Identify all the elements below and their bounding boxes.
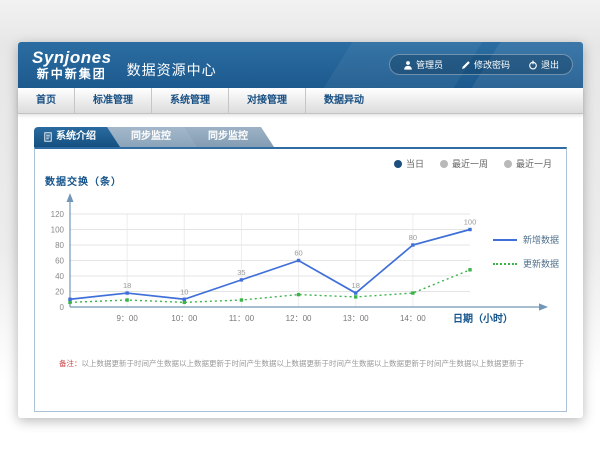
- svg-text:9：00: 9：00: [116, 314, 138, 323]
- svg-text:100: 100: [51, 226, 65, 235]
- svg-text:100: 100: [464, 218, 477, 227]
- tab-sync-monitor-2[interactable]: 同步监控: [182, 127, 274, 147]
- svg-text:0: 0: [60, 303, 65, 312]
- app-window: Synjones 新中新集团 数据资源中心 管理员 修改密码: [18, 42, 583, 418]
- note-text: 以上数据更新于时间产生数据以上数据更新于时间产生数据以上数据更新于时间产生数据以…: [82, 359, 525, 368]
- nav-item-standard-mgmt[interactable]: 标准管理: [75, 88, 152, 113]
- svg-text:18: 18: [352, 281, 360, 290]
- svg-text:11：00: 11：00: [229, 314, 255, 323]
- svg-text:60: 60: [55, 257, 64, 266]
- user-toolbar: 管理员 修改密码 退出: [389, 54, 573, 75]
- brand-logo: Synjones 新中新集团: [32, 48, 112, 81]
- svg-text:80: 80: [409, 233, 417, 242]
- svg-text:60: 60: [294, 249, 302, 258]
- svg-text:13：00: 13：00: [343, 314, 369, 323]
- tab-bar: 系统介绍 同步监控 同步监控: [34, 127, 567, 147]
- power-icon: [528, 60, 538, 70]
- svg-text:14：00: 14：00: [400, 314, 426, 323]
- svg-text:12：00: 12：00: [286, 314, 312, 323]
- svg-text:20: 20: [55, 288, 64, 297]
- footer-note: 备注：以上数据更新于时间产生数据以上数据更新于时间产生数据以上数据更新于时间产生…: [59, 358, 557, 369]
- note-label: 备注：: [59, 359, 82, 368]
- content-area: 系统介绍 同步监控 同步监控 当日 最近一周: [18, 114, 583, 412]
- legend-item-new-data: 新增数据: [493, 233, 559, 246]
- brand-logo-en: Synjones: [32, 48, 112, 68]
- svg-text:10: 10: [180, 287, 188, 296]
- nav-item-home[interactable]: 首页: [18, 88, 75, 113]
- nav-item-interface-mgmt[interactable]: 对接管理: [229, 88, 306, 113]
- legend-line-dotted: [493, 263, 517, 265]
- admin-user-button[interactable]: 管理员: [394, 58, 452, 71]
- tab-label: 同步监控: [131, 127, 171, 147]
- change-password-label: 修改密码: [474, 58, 510, 71]
- change-password-button[interactable]: 修改密码: [452, 58, 519, 71]
- page-background: { "window": { "brand_en": "Synjones", "b…: [0, 0, 600, 450]
- nav-item-data-change[interactable]: 数据异动: [306, 88, 382, 113]
- svg-text:120: 120: [51, 210, 65, 219]
- app-header: Synjones 新中新集团 数据资源中心 管理员 修改密码: [18, 42, 583, 88]
- main-nav: 首页 标准管理 系统管理 对接管理 数据异动: [18, 88, 583, 114]
- tab-label: 同步监控: [208, 127, 248, 147]
- svg-text:35: 35: [237, 268, 245, 277]
- tab-label: 系统介绍: [56, 127, 96, 147]
- user-icon: [403, 60, 413, 70]
- tab-sync-monitor-1[interactable]: 同步监控: [105, 127, 197, 147]
- chart-panel: 当日 最近一周 最近一月 数据交换（条） 0204060801001209：00…: [34, 147, 567, 412]
- legend-item-updated-data: 更新数据: [493, 257, 559, 270]
- legend-label: 新增数据: [523, 233, 559, 246]
- logout-button[interactable]: 退出: [519, 58, 568, 71]
- admin-user-label: 管理员: [416, 58, 443, 71]
- logout-label: 退出: [541, 58, 559, 71]
- line-chart: 0 20 40 60 80 100 120 9：00 10：00 11：00 12：00 13：00 1…: [35, 149, 566, 331]
- page-title: 数据资源中心: [127, 60, 217, 80]
- svg-text:10：00: 10：00: [171, 314, 197, 323]
- svg-text:80: 80: [55, 241, 64, 250]
- svg-text:18: 18: [123, 281, 131, 290]
- nav-item-system-mgmt[interactable]: 系统管理: [152, 88, 229, 113]
- tab-system-intro[interactable]: 系统介绍: [34, 127, 120, 147]
- document-icon: [44, 132, 52, 142]
- legend-line-solid: [493, 239, 517, 241]
- svg-text:40: 40: [55, 272, 64, 281]
- edit-icon: [461, 60, 471, 70]
- x-axis-title: 日期（小时）: [453, 310, 513, 325]
- chart-legend: 新增数据 更新数据: [493, 233, 559, 281]
- legend-label: 更新数据: [523, 257, 559, 270]
- brand-logo-cn: 新中新集团: [32, 68, 112, 82]
